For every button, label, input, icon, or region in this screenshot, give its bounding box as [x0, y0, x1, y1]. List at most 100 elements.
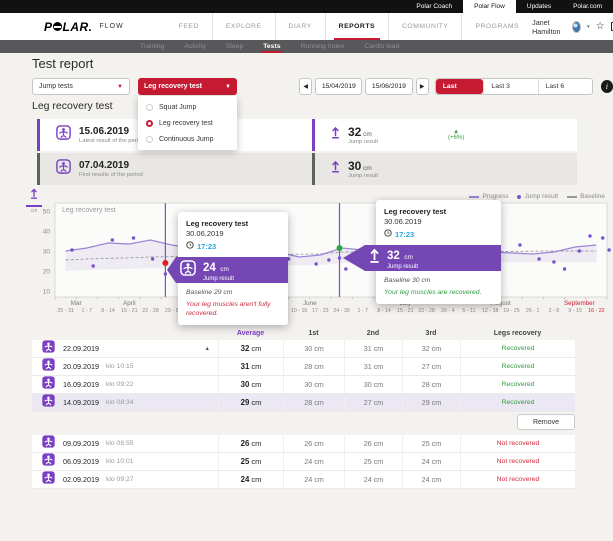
dropdown-option-label: Squat Jump [159, 104, 196, 111]
table-row[interactable]: 14.09.2019klo 08:3429 cm28 cm27 cm29 cmR… [32, 394, 575, 412]
jump-result-dot[interactable] [314, 262, 317, 265]
jump-result-dot[interactable] [327, 258, 330, 261]
dropdown-option-leg-recovery-test[interactable]: Leg recovery test [138, 115, 237, 131]
column-header-2nd[interactable]: 2nd [344, 330, 402, 337]
jump-result-dot[interactable] [70, 248, 73, 251]
summary-latest-result-cell: 32 cm Jump result ▲ (+6%) [312, 119, 577, 151]
jump-result-dot[interactable] [607, 248, 610, 251]
table-row[interactable]: 09.09.2019klo 08:5526 cm26 cm26 cm25 cmN… [32, 435, 575, 453]
jump-result-dot[interactable] [151, 257, 154, 260]
week-label: 24 - 30 [333, 308, 350, 314]
site-tab-updates[interactable]: Updates [516, 0, 562, 13]
preset-last-6-months[interactable]: Last 6 months [538, 79, 592, 94]
jump-result-dot[interactable] [132, 236, 135, 239]
remove-button[interactable]: Remove [517, 414, 575, 430]
favorites-star-icon[interactable]: ☆ [596, 21, 605, 32]
jump-result-dot[interactable] [518, 243, 521, 246]
table-row[interactable]: 16.09.2019klo 09:2230 cm30 cm30 cm28 cmR… [32, 376, 575, 394]
end-date-input[interactable]: 15/06/2019 [365, 78, 412, 95]
nav-item-programs[interactable]: PROGRAMS [461, 13, 532, 40]
nav-item-community[interactable]: COMMUNITY [388, 13, 461, 40]
sort-ascending-icon[interactable]: ▲ [205, 346, 210, 352]
jump-result-dot[interactable] [537, 257, 540, 260]
radio-selected-icon [146, 120, 153, 127]
site-tab-polar-flow[interactable]: Polar Flow [463, 0, 516, 13]
subnav-item-cardio-load[interactable]: Cardio load [354, 40, 409, 53]
user-name[interactable]: Janet Hamilton [532, 18, 566, 36]
section-title: Leg recovery test [32, 100, 113, 112]
chart-inner-title: Leg recovery test [62, 207, 116, 214]
nav-item-explore[interactable]: EXPLORE [212, 13, 275, 40]
jump-result-dot[interactable] [601, 236, 604, 239]
status-badge: Recovered [502, 399, 535, 406]
start-date-input[interactable]: 15/04/2019 [315, 78, 362, 95]
dropdown-option-squat-jump[interactable]: Squat Jump [138, 99, 237, 115]
chart-unit-selector[interactable]: cm [26, 186, 42, 214]
column-header-3rd[interactable]: 3rd [402, 330, 460, 337]
column-header-1st[interactable]: 1st [283, 330, 344, 337]
user-menu-caret-icon[interactable]: ▾ [587, 24, 590, 30]
jump-result-dot[interactable] [338, 256, 341, 259]
nav-item-feed[interactable]: FEED [166, 13, 212, 40]
column-header-average[interactable]: Average [218, 330, 283, 337]
nav-item-diary[interactable]: DIARY [275, 13, 325, 40]
jump-test-icon [42, 340, 55, 358]
next-period-button[interactable]: ▶ [416, 78, 429, 95]
jump-result-dot[interactable] [588, 234, 591, 237]
previous-period-button[interactable]: ◀ [299, 78, 312, 95]
preset-last-month[interactable]: Last month [436, 79, 484, 94]
row-date: 06.09.2019 [63, 457, 99, 466]
table-row[interactable]: 20.09.2019klo 10:1531 cm28 cm31 cm27 cmR… [32, 358, 575, 376]
subnav-item-running-index[interactable]: Running Index [291, 40, 355, 53]
nav-item-reports[interactable]: REPORTS [325, 13, 388, 40]
table-row[interactable]: 02.09.2019klo 09:2724 cm24 cm24 cm24 cmN… [32, 471, 575, 489]
jump-result-dot[interactable] [552, 260, 555, 263]
jump-result-dot[interactable] [92, 264, 95, 267]
polar-logo-o-icon [53, 22, 62, 31]
jump-result-dot[interactable] [164, 272, 167, 275]
status-badge: Not recovered [497, 440, 540, 447]
jump-result-dot[interactable] [111, 238, 114, 241]
progress-chart[interactable]: Leg recovery test504030201025 - 311 - 78… [0, 190, 613, 326]
status-badge: Recovered [502, 381, 535, 388]
selected-test-marker[interactable] [336, 245, 342, 251]
subnav-item-sleep[interactable]: Sleep [216, 40, 253, 53]
info-icon[interactable]: i [601, 80, 613, 93]
site-tab-polar-com[interactable]: Polar.com [562, 0, 613, 13]
table-row[interactable]: 22.09.2019▲32 cm30 cm31 cm32 cmRecovered [32, 340, 575, 358]
week-label: 29 - 5 [165, 308, 179, 314]
column-header-legs-recovery[interactable]: Legs recovery [460, 330, 575, 337]
test-category-value: Jump tests [39, 83, 73, 90]
month-label: June [303, 300, 317, 307]
jump-result-dot[interactable] [344, 267, 347, 270]
summary-row-latest[interactable]: 15.06.2019 Latest result of the period 3… [37, 119, 577, 151]
summary-row-first[interactable]: 07.04.2019 First results of the period 3… [37, 153, 577, 185]
polar-logo[interactable]: PLAR. FLOW [44, 20, 124, 34]
polar-logo-word: PLAR. [44, 20, 93, 34]
test-type-dropdown[interactable]: Leg recovery test ▼ [138, 78, 237, 95]
radio-icon [146, 136, 153, 143]
jump-result-dot[interactable] [563, 267, 566, 270]
test-category-dropdown[interactable]: Jump tests ▼ [32, 78, 130, 95]
cell-3rd: 32 cm [402, 340, 460, 357]
tooltip-title: Leg recovery test [186, 219, 280, 228]
jump-result-dot[interactable] [578, 249, 581, 252]
cell-3rd: 25 cm [402, 435, 460, 452]
date-range-controls: ◀ 15/04/2019 15/06/2019 ▶ Last monthLast… [299, 78, 613, 95]
preset-last-3-months[interactable]: Last 3 months [483, 79, 537, 94]
week-label: 5 - 11 [462, 308, 475, 314]
dropdown-option-continuous-jump[interactable]: Continuous Jump [138, 131, 237, 147]
table-row[interactable]: 06.09.2019klo 10:0125 cm24 cm25 cm24 cmN… [32, 453, 575, 471]
subnav-item-tests[interactable]: Tests [253, 40, 290, 53]
selected-test-marker[interactable] [162, 260, 168, 266]
cell-2nd: 24 cm [344, 471, 402, 488]
subnav-item-training[interactable]: Training [130, 40, 174, 53]
site-tab-polar-coach[interactable]: Polar Coach [405, 0, 463, 13]
remove-row: Remove [32, 412, 575, 433]
chevron-down-icon: ▼ [225, 84, 231, 90]
cell-legs-recovery: Not recovered [460, 435, 575, 452]
summary-latest-value-label: Jump result [348, 139, 378, 145]
avatar[interactable] [572, 21, 581, 33]
subnav-item-activity[interactable]: Activity [174, 40, 216, 53]
summary-latest-date: 15.06.2019 [79, 126, 144, 137]
